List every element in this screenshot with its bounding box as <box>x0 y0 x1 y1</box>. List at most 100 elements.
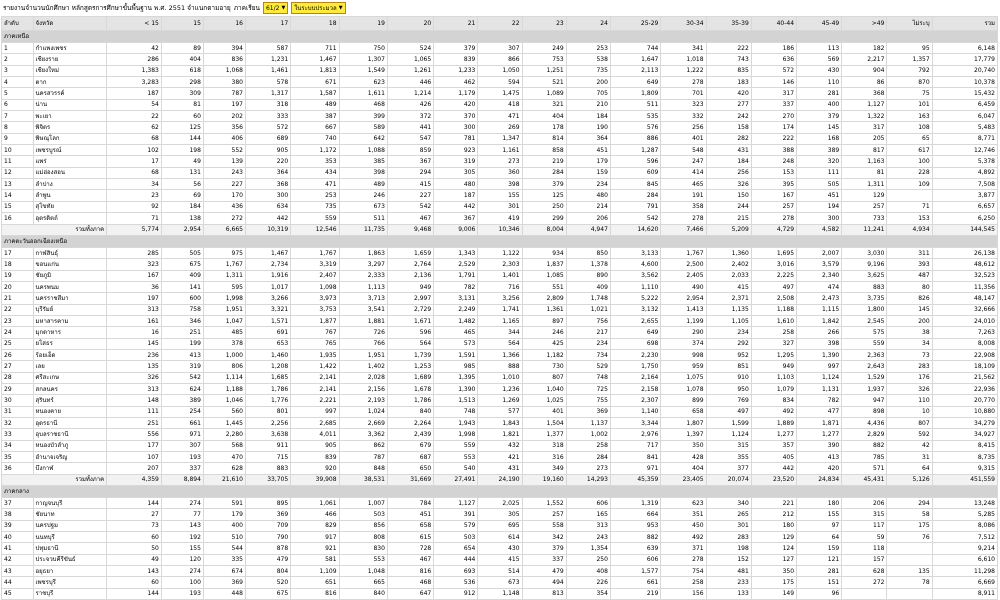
table-cell: 10 <box>1 144 34 157</box>
table-cell: 120 <box>160 553 204 567</box>
table-cell: 581 <box>290 553 340 567</box>
table-cell: 49 <box>160 155 204 168</box>
table-cell: 1,689 <box>386 371 435 384</box>
filter-dropdown[interactable]: ในระบบประมวล ▼ <box>291 2 346 14</box>
table-cell: 807 <box>521 371 567 384</box>
region-name: ภาคกลาง <box>1 485 998 499</box>
table-cell: 674 <box>202 565 246 578</box>
table-cell: 1,390 <box>796 348 843 362</box>
table-cell: 650 <box>386 462 435 475</box>
table-cell: อำนาจเจริญ <box>32 451 108 464</box>
table-cell: 9,196 <box>841 258 888 271</box>
table-row: 41 ปทุมธานี 50 155 544 878 921 830 728 654 430 379 1… <box>1 542 999 555</box>
table-cell: 1,750 <box>609 360 662 373</box>
table-cell: 60 <box>106 531 162 544</box>
table-cell: 313 <box>106 382 162 396</box>
table-cell: 829 <box>290 519 340 533</box>
table-cell: 3,297 <box>338 258 388 271</box>
table-cell: 278 <box>660 553 707 567</box>
table-cell: 36 <box>1 462 34 475</box>
table-cell: 784 <box>386 497 435 510</box>
table-cell: 430 <box>477 542 523 555</box>
table-cell: 398 <box>338 166 388 180</box>
table-cell: 38 <box>886 326 933 339</box>
table-cell: 157 <box>841 553 888 567</box>
table-cell: 538 <box>565 53 611 66</box>
table-cell: 250 <box>521 200 567 214</box>
table-cell: 959 <box>660 360 707 373</box>
total-cell: 39,908 <box>290 473 340 487</box>
table-cell: 787 <box>202 87 246 100</box>
table-cell: 2,439 <box>386 428 435 441</box>
table-cell: 301 <box>705 519 752 533</box>
table-cell: 379 <box>796 110 843 123</box>
table-cell: 144 <box>160 132 204 146</box>
table-cell: 816 <box>290 587 340 600</box>
table-cell: 1,079 <box>750 382 798 396</box>
table-cell: 307 <box>477 41 523 55</box>
table-cell: 2,033 <box>705 269 752 282</box>
table-cell: 2,303 <box>477 258 523 271</box>
table-cell: 1,214 <box>386 87 435 100</box>
table-cell: 408 <box>565 565 611 578</box>
total-cell: 4,582 <box>796 223 843 236</box>
table-cell: 444 <box>433 553 479 567</box>
table-cell: 1,383 <box>106 64 162 78</box>
table-cell: 5,222 <box>609 292 662 305</box>
table-cell: 540 <box>433 462 479 475</box>
table-cell: 1,165 <box>477 314 523 328</box>
table-cell: 2,473 <box>796 292 843 305</box>
total-cell: 31,669 <box>386 473 435 487</box>
table-cell: 18,109 <box>931 360 999 373</box>
table-cell: 20,770 <box>931 394 999 407</box>
table-cell: 673 <box>477 576 523 589</box>
table-cell: 309 <box>160 87 204 100</box>
table-cell: 489 <box>338 178 388 191</box>
table-cell: 1,813 <box>290 64 340 78</box>
table-cell: อุบลราชธานี <box>32 428 108 441</box>
table-cell: 353 <box>290 155 340 168</box>
table-cell: 1,529 <box>841 371 888 384</box>
total-cell: 9,468 <box>386 223 435 236</box>
table-cell: 6,657 <box>931 200 999 214</box>
table-cell: 248 <box>750 155 798 168</box>
table-cell: 1,208 <box>244 360 292 373</box>
table-cell: 200 <box>565 76 611 89</box>
term-dropdown[interactable]: 61/2 ▼ <box>262 2 289 14</box>
table-row: 33 อุบลราชธานี 556 971 2,280 3,638 4,011 3,362 2… <box>1 428 999 441</box>
table-cell: 5,483 <box>931 121 999 134</box>
table-cell: 36 <box>106 280 162 294</box>
table-cell: 477 <box>796 405 843 419</box>
table-cell: 912 <box>433 587 479 600</box>
table-cell: 75 <box>886 87 933 100</box>
table-cell: 817 <box>841 144 888 157</box>
table-cell: 587 <box>244 41 292 55</box>
table-cell: 379 <box>521 542 567 555</box>
table-cell: 511 <box>338 212 388 225</box>
table-cell: 1,251 <box>521 64 567 78</box>
table-cell: 552 <box>202 144 246 157</box>
table-row: 1 กำแพงเพชร 42 89 394 587 711 750 524 379 307 249 25… <box>1 41 999 55</box>
table-cell: 434 <box>290 166 340 180</box>
table-cell: 278 <box>750 212 798 225</box>
table-cell: 947 <box>841 394 888 407</box>
total-cell: 4,947 <box>565 223 611 236</box>
table-cell: 415 <box>705 280 752 294</box>
table-cell: 781 <box>433 132 479 146</box>
table-cell: 791 <box>609 200 662 214</box>
table-cell: 11,356 <box>931 280 999 294</box>
table-cell: 636 <box>750 53 798 66</box>
table-cell: 480 <box>433 178 479 191</box>
table-cell: 1,748 <box>565 292 611 305</box>
table-cell: 1,269 <box>477 394 523 407</box>
table-cell: 265 <box>705 508 752 521</box>
table-cell: 266 <box>796 326 843 339</box>
table-cell: 1,182 <box>521 348 567 362</box>
table-cell: 17,779 <box>931 53 999 66</box>
table-cell: 428 <box>660 451 707 464</box>
table-cell: 38 <box>1 508 34 521</box>
table-cell: 1,863 <box>338 246 388 260</box>
table-cell: 187 <box>433 189 479 202</box>
table-cell: 4,600 <box>609 258 662 271</box>
table-cell: 748 <box>565 371 611 384</box>
